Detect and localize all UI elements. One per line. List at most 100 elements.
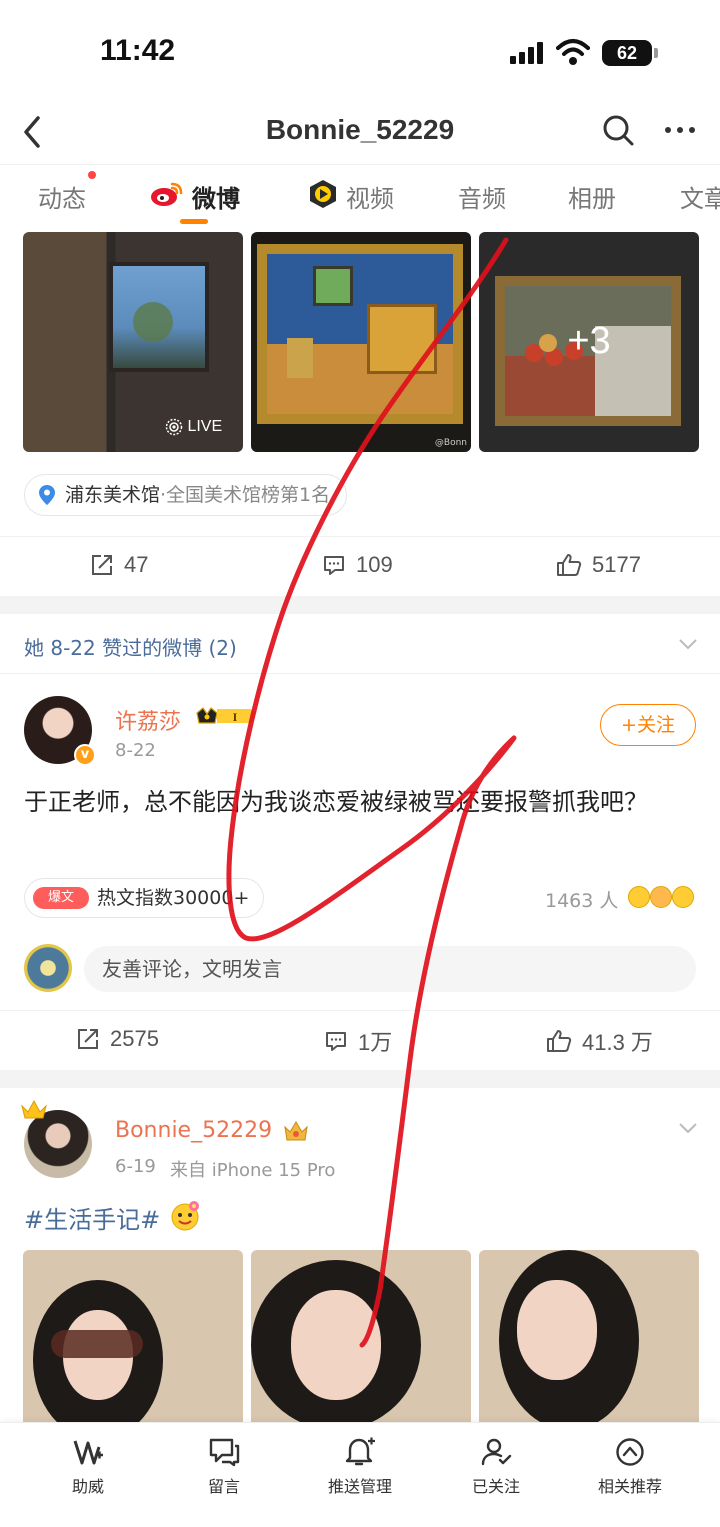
post-actions: 2575 1万 41.3 万	[0, 1010, 720, 1070]
like-button[interactable]: 5177	[556, 551, 641, 578]
signal-icon	[510, 42, 546, 64]
message-icon	[209, 1438, 240, 1467]
live-label: LIVE	[187, 418, 223, 435]
post-photo-3[interactable]: +3	[479, 232, 699, 452]
following-label: 已关注	[471, 1477, 520, 1496]
verified-badge-icon: v	[74, 744, 96, 766]
recommend-button[interactable]: 相关推荐	[570, 1437, 690, 1497]
video-tab-icon	[310, 180, 336, 208]
bell-icon	[345, 1437, 375, 1466]
cheer-button[interactable]: 助威	[28, 1437, 148, 1497]
location-name: 浦东美术馆	[65, 484, 161, 506]
battery-nub	[654, 48, 658, 58]
bottom-action-bar: 助威 留言 推送管理 已关注 相关推荐	[0, 1422, 720, 1527]
hot-index-label: 热文指数30000+	[97, 887, 250, 909]
message-label: 留言	[207, 1477, 240, 1496]
vip-level: I	[233, 710, 238, 724]
nav-bar: Bonnie_52229	[0, 100, 720, 164]
emoji-surprised-icon	[672, 886, 694, 908]
like-count: 41.3 万	[582, 1030, 653, 1055]
recommend-label: 相关推荐	[597, 1477, 662, 1496]
status-time: 11:42	[100, 34, 176, 67]
comment-count: 109	[356, 552, 393, 578]
liked-section-header[interactable]: 她 8-22 赞过的微博 (2)	[0, 614, 720, 674]
selfie-photo-2[interactable]	[251, 1250, 471, 1422]
live-icon	[165, 418, 183, 436]
comment-button[interactable]: 1万	[324, 1025, 392, 1057]
reaction-count: 1463 人	[545, 890, 619, 912]
more-photos-count: +3	[567, 320, 611, 362]
post-source: 来自 iPhone 15 Pro	[170, 1160, 336, 1181]
following-button[interactable]: 已关注	[436, 1437, 556, 1497]
tab-weibo[interactable]: 微博	[192, 179, 240, 214]
chevron-down-icon[interactable]	[678, 1122, 698, 1134]
followed-user-icon	[481, 1438, 512, 1466]
repost-count: 47	[124, 552, 149, 578]
status-bar: 11:42 62	[0, 0, 720, 100]
member-badge-icon	[284, 1121, 308, 1141]
tab-active-indicator	[180, 219, 208, 224]
wifi-icon	[556, 39, 590, 65]
repost-button[interactable]: 2575	[76, 1025, 159, 1052]
comment-button[interactable]: 109	[322, 551, 393, 578]
flower-emoji-icon	[171, 1201, 199, 1231]
photo-watermark: @Bonn	[434, 438, 467, 448]
hot-tag-badge: 爆文	[33, 887, 89, 909]
post-date: 6-19	[115, 1156, 156, 1177]
crown-icon	[21, 1099, 47, 1119]
photo-tree	[133, 302, 173, 342]
post-author-name[interactable]: 许荔莎	[115, 704, 181, 736]
repost-icon	[78, 1029, 98, 1050]
selfie-photo-3[interactable]	[479, 1250, 699, 1422]
post-actions: 47 109 5177	[0, 536, 720, 596]
liked-section-title: 她 8-22 赞过的微博 (2)	[24, 636, 237, 660]
post-photo-1[interactable]: LIVE	[23, 232, 243, 452]
post-photo-grid: LIVE @Bonn +3	[23, 232, 699, 452]
post-text: 于正老师，总不能因为我谈恋爱被绿被骂还要报警抓我吧？	[24, 788, 648, 816]
vip-badge-icon: I	[196, 707, 255, 724]
repost-button[interactable]: 47	[90, 551, 148, 578]
location-pin-icon	[39, 485, 55, 505]
battery-icon: 62	[602, 40, 652, 66]
comment-input[interactable]: 友善评论，文明发言	[84, 946, 696, 992]
section-divider	[0, 1070, 720, 1088]
hot-index-chip[interactable]: 爆文 热文指数30000+	[24, 878, 265, 918]
location-rank: ·全国美术馆榜第1名	[160, 484, 331, 506]
tab-notification-dot	[88, 171, 96, 179]
more-icon[interactable]	[662, 112, 698, 148]
weibo-logo-icon	[151, 182, 183, 206]
thumbs-up-icon	[557, 554, 582, 577]
comment-count: 1万	[358, 1030, 393, 1055]
tab-video[interactable]: 视频	[346, 179, 394, 214]
painting-frame	[257, 244, 463, 424]
selfie-photo-1[interactable]	[23, 1250, 243, 1422]
repost-icon	[92, 555, 112, 576]
tab-album[interactable]: 相册	[568, 179, 616, 214]
topic-tag[interactable]: #生活手记#	[24, 1200, 160, 1235]
tab-dynamics[interactable]: 动态	[38, 179, 86, 214]
message-button[interactable]: 留言	[164, 1437, 284, 1497]
location-chip[interactable]: 浦东美术馆·全国美术馆榜第1名	[24, 474, 348, 516]
avatar[interactable]	[24, 1110, 92, 1178]
selfie-photo-grid	[23, 1250, 699, 1422]
push-settings-label: 推送管理	[327, 1477, 392, 1496]
like-button[interactable]: 41.3 万	[546, 1025, 653, 1057]
repost-count: 2575	[110, 1026, 159, 1052]
profile-tabs: 动态 微博 视频 音频 相册 文章	[0, 164, 720, 228]
chevron-down-icon[interactable]	[678, 638, 698, 650]
follow-button[interactable]: +关注	[600, 704, 696, 746]
tab-articles[interactable]: 文章	[680, 179, 720, 214]
recommend-icon	[616, 1438, 644, 1466]
post-author-name[interactable]: Bonnie_52229	[115, 1118, 272, 1143]
section-divider	[0, 596, 720, 614]
thumbs-up-icon	[547, 1030, 572, 1052]
cheer-label: 助威	[71, 1477, 104, 1496]
cheer-icon	[73, 1440, 103, 1465]
tab-audio[interactable]: 音频	[458, 179, 506, 214]
search-icon[interactable]	[600, 112, 636, 148]
emoji-heart-eyes-icon	[650, 886, 672, 908]
post-date: 8-22	[115, 740, 156, 761]
post-photo-2[interactable]: @Bonn	[251, 232, 471, 452]
push-settings-button[interactable]: 推送管理	[300, 1437, 420, 1497]
live-badge: LIVE	[165, 418, 222, 436]
